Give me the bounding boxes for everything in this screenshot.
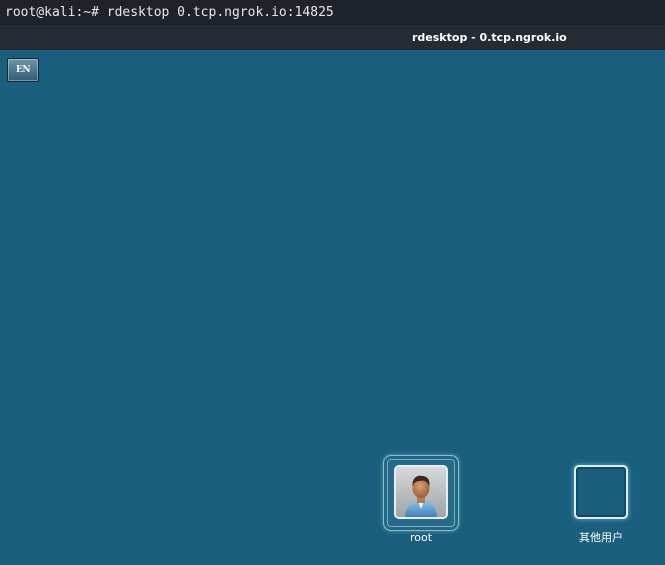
user-name-label: root bbox=[409, 531, 433, 544]
remote-desktop-logon-screen: EN root 其他用户 bbox=[0, 50, 665, 565]
terminal-command-line[interactable]: root@kali:~# rdesktop 0.tcp.ngrok.io:148… bbox=[0, 0, 665, 25]
user-name-label: 其他用户 bbox=[579, 531, 623, 544]
language-indicator-button[interactable]: EN bbox=[7, 58, 39, 82]
empty-user-frame bbox=[574, 465, 628, 519]
user-tile-frame[interactable] bbox=[383, 455, 459, 531]
rdesktop-window-titlebar[interactable]: rdesktop - 0.tcp.ngrok.io bbox=[0, 25, 665, 50]
user-tile-other-user[interactable]: 其他用户 bbox=[561, 455, 641, 545]
user-tile-frame[interactable] bbox=[563, 455, 639, 531]
user-avatar-icon bbox=[394, 465, 448, 519]
user-tile-root[interactable]: root bbox=[381, 455, 461, 545]
user-avatar-icon-graphic bbox=[396, 467, 446, 517]
window-title: rdesktop - 0.tcp.ngrok.io bbox=[412, 31, 567, 44]
